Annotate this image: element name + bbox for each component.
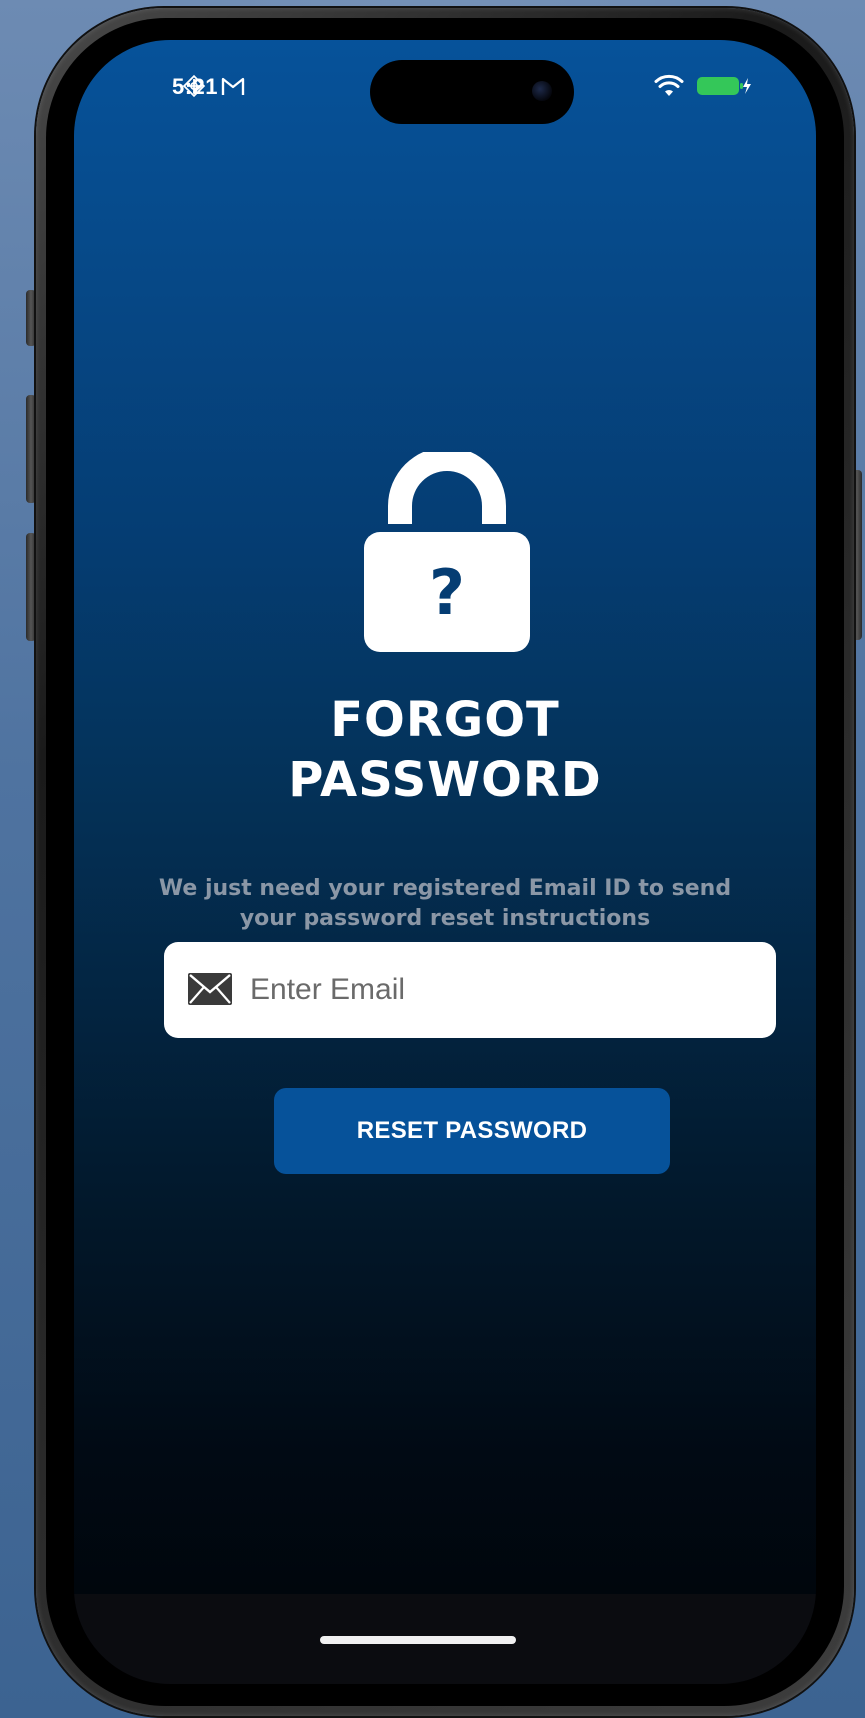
status-bar: 5:21	[74, 40, 816, 130]
action-button	[26, 290, 36, 346]
volume-up-button	[26, 395, 36, 503]
front-camera	[532, 81, 552, 101]
title-line-1: FORGOT	[330, 692, 560, 748]
battery-charging-icon	[696, 75, 752, 102]
envelope-icon	[188, 973, 232, 1010]
subtitle-line-1: We just need your registered Email ID to…	[158, 876, 732, 901]
reset-password-button[interactable]: RESET PASSWORD	[274, 1088, 670, 1174]
page-title: FORGOT PASSWORD	[74, 690, 816, 810]
app-screen: 5:21 ? FORGOT PASSWORD We just need your…	[74, 40, 816, 1684]
dynamic-island	[370, 60, 574, 124]
translate-app-icon	[182, 74, 206, 103]
wifi-icon	[654, 74, 684, 103]
gmail-icon	[220, 74, 246, 103]
email-input[interactable]	[250, 942, 750, 1038]
page-subtitle: We just need your registered Email ID to…	[154, 874, 736, 934]
subtitle-line-2: your password reset instructions	[239, 906, 651, 931]
svg-text:?: ?	[429, 556, 465, 629]
title-line-2: PASSWORD	[288, 752, 602, 808]
home-indicator[interactable]	[320, 1636, 516, 1644]
email-field[interactable]	[164, 942, 776, 1038]
volume-down-button	[26, 533, 36, 641]
padlock-question-icon: ?	[364, 447, 530, 652]
